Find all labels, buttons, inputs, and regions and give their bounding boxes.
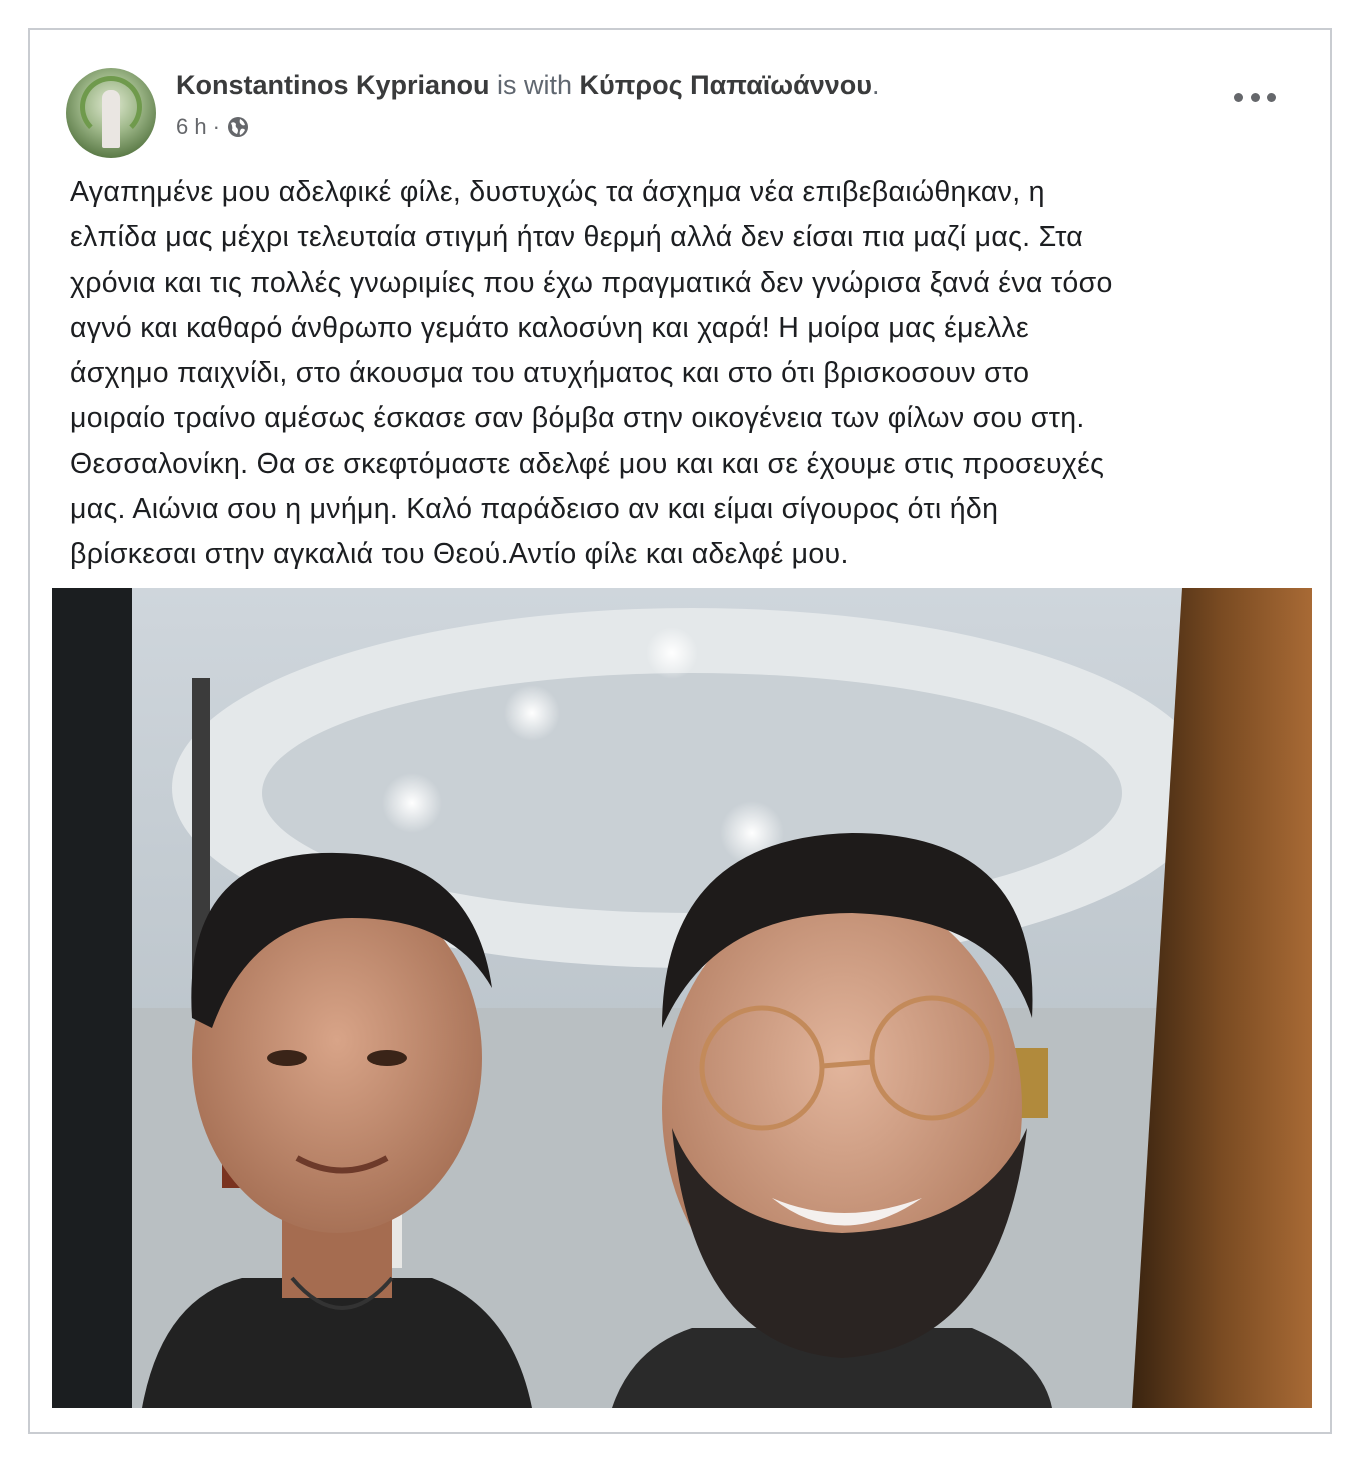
- post-body-line: Αγαπημένε μου αδελφικέ φίλε, δυστυχώς τα…: [70, 176, 1045, 208]
- post-body: Αγαπημένε μου αδελφικέ φίλε, δυστυχώς τα…: [70, 170, 1300, 578]
- globe-icon[interactable]: [226, 115, 250, 139]
- author-avatar[interactable]: [66, 68, 156, 158]
- post-body-line: χρόνια και τις πολλές γνωριμίες που έχω …: [70, 266, 1113, 299]
- tagged-person[interactable]: Κύπρος Παπαϊωάννου: [580, 70, 872, 100]
- post-body-line: μας. Αιώνια σου η μνήμη. Καλό παράδεισο …: [70, 493, 999, 526]
- author-name[interactable]: Konstantinos Kyprianou: [176, 70, 490, 100]
- more-dot: [1250, 92, 1260, 102]
- facebook-post: Konstantinos Kyprianou is with Κύπρος Πα…: [52, 30, 1312, 1430]
- more-dot: [1234, 92, 1243, 102]
- post-photo[interactable]: [52, 588, 1312, 1408]
- with-text: is with: [489, 70, 580, 100]
- tagged-suffix: .: [871, 70, 880, 100]
- post-header: Konstantinos Kyprianou is with Κύπρος Πα…: [66, 64, 1296, 158]
- post-card: Konstantinos Kyprianou is with Κύπρος Πα…: [52, 30, 1312, 1430]
- post-body-line: ελπίδα μας μέχρι τελευταία στιγμή ήταν θ…: [70, 221, 1084, 254]
- post-body-line: αγνό και καθαρό άνθρωπο γεμάτο καλοσύνη …: [70, 311, 1029, 344]
- avatar-figure-shape: [102, 90, 120, 148]
- selfie-photo: [52, 588, 1312, 1408]
- post-body-line: άσχημο παιχνίδι, στο άκουσμα του ατυχήμα…: [70, 357, 1030, 390]
- meta-separator: ·: [212, 114, 220, 139]
- more-options-icon[interactable]: [1234, 82, 1276, 112]
- more-dot: [1267, 92, 1276, 102]
- post-meta: 6 h ·: [176, 114, 250, 140]
- post-body-line: βρίσκεσαι στην αγκαλιά του Θεού.Αντίο φί…: [70, 538, 849, 571]
- post-body-line: μοιραίο τραίνο αμέσως έσκασε σαν βόμβα σ…: [70, 402, 1085, 435]
- author-line: Konstantinos Kyprianou is with Κύπρος Πα…: [176, 70, 879, 101]
- post-body-line: Θεσσαλονίκη. Θα σε σκεφτόμαστε αδελφέ μο…: [70, 447, 1105, 480]
- screenshot-frame: Konstantinos Kyprianou is with Κύπρος Πα…: [28, 28, 1332, 1434]
- post-time[interactable]: 6 h: [176, 114, 207, 140]
